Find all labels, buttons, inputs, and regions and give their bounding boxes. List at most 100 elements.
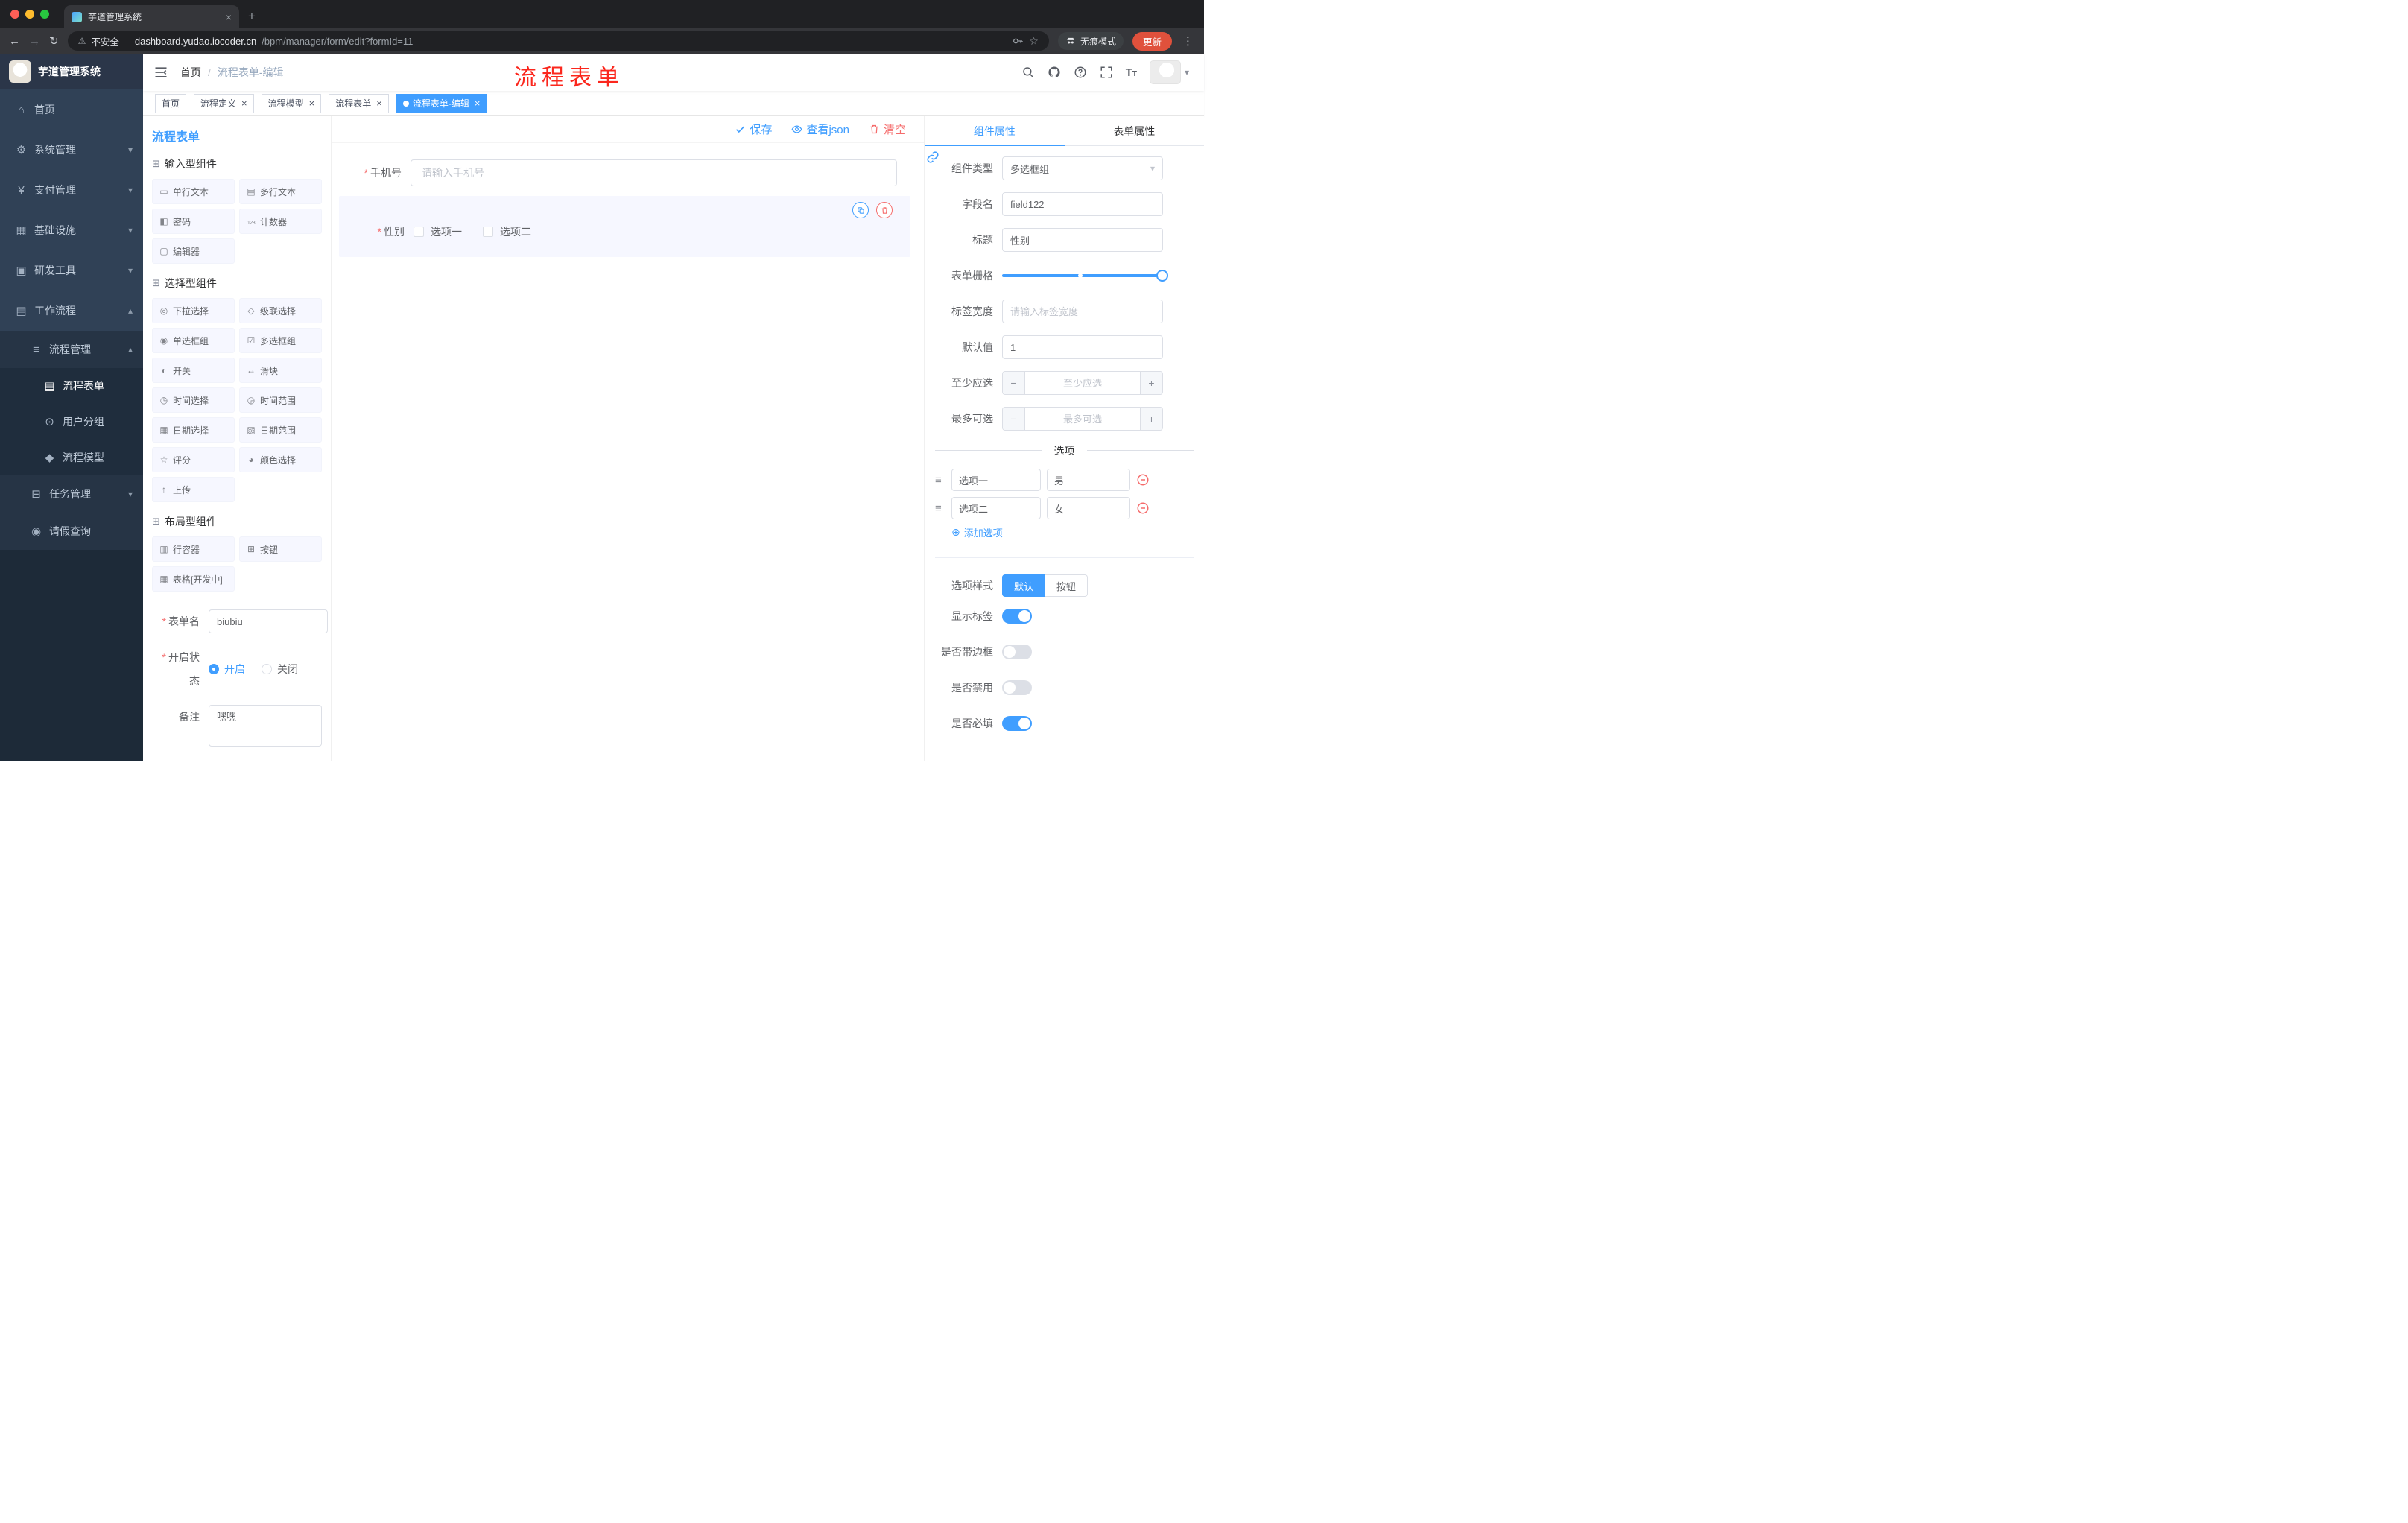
title-input[interactable]	[1002, 228, 1163, 252]
search-icon[interactable]	[1021, 66, 1035, 79]
close-window-button[interactable]	[10, 10, 19, 19]
link-icon[interactable]	[926, 151, 940, 164]
disabled-toggle[interactable]	[1002, 680, 1032, 695]
close-icon[interactable]: ×	[376, 98, 382, 108]
min-select-input[interactable]	[1025, 372, 1140, 394]
tag-process-model[interactable]: 流程模型 ×	[261, 93, 322, 113]
border-toggle[interactable]	[1002, 645, 1032, 659]
style-button-button[interactable]: 按钮	[1045, 574, 1089, 597]
remove-option-button[interactable]	[1136, 473, 1150, 487]
palette-item-time-range[interactable]: 时间范围	[239, 387, 322, 413]
sidebar-item-process-model[interactable]: 流程模型	[0, 440, 143, 475]
browser-tab[interactable]: 芋道管理系统	[64, 5, 239, 28]
remove-option-button[interactable]	[1136, 501, 1150, 515]
gender-field-widget[interactable]: 性别 选项一 选项二	[339, 196, 910, 257]
tag-process-form[interactable]: 流程表单 ×	[329, 93, 389, 113]
sidebar-item-devtools[interactable]: 研发工具	[0, 250, 143, 291]
add-option-button[interactable]: 添加选项	[951, 525, 1194, 539]
breadcrumb-home[interactable]: 首页	[180, 65, 201, 80]
key-icon[interactable]	[1012, 35, 1024, 47]
show-label-toggle[interactable]	[1002, 609, 1032, 624]
stepper-plus-icon[interactable]	[1140, 408, 1162, 430]
clear-button[interactable]: 清空	[869, 121, 906, 137]
status-off-radio[interactable]: 关闭	[262, 662, 298, 677]
sidebar-item-workflow[interactable]: 工作流程	[0, 291, 143, 331]
kebab-icon[interactable]	[1181, 34, 1195, 48]
palette-item-checkbox-group[interactable]: 多选框组	[239, 328, 322, 353]
palette-item-single-text[interactable]: 单行文本	[152, 179, 235, 204]
sidebar-item-task-management[interactable]: 任务管理	[0, 475, 143, 513]
palette-item-select[interactable]: 下拉选择	[152, 298, 235, 323]
copy-widget-button[interactable]	[852, 202, 869, 218]
palette-item-table[interactable]: 表格[开发中]	[152, 566, 235, 592]
style-default-button[interactable]: 默认	[1002, 574, 1046, 597]
help-icon[interactable]	[1074, 66, 1087, 79]
sidebar-item-home[interactable]: 首页	[0, 89, 143, 130]
palette-item-radio-group[interactable]: 单选框组	[152, 328, 235, 353]
stepper-minus-icon[interactable]	[1003, 408, 1025, 430]
user-menu[interactable]	[1149, 60, 1189, 84]
default-value-input[interactable]	[1002, 335, 1163, 359]
tab-close-icon[interactable]	[226, 11, 232, 23]
label-width-input[interactable]	[1002, 300, 1163, 323]
delete-widget-button[interactable]	[876, 202, 893, 218]
fold-menu-icon[interactable]	[153, 65, 168, 80]
palette-item-cascader[interactable]: 级联选择	[239, 298, 322, 323]
max-select-input[interactable]	[1025, 408, 1140, 430]
url-bar[interactable]: 不安全 dashboard.yudao.iocoder.cn /bpm/mana…	[67, 31, 1049, 51]
zoom-window-button[interactable]	[40, 10, 49, 19]
font-size-icon[interactable]	[1126, 67, 1137, 78]
save-button[interactable]: 保存	[735, 121, 772, 137]
slider-handle[interactable]	[1156, 270, 1168, 282]
palette-item-password[interactable]: 密码	[152, 209, 235, 234]
palette-item-date-range[interactable]: 日期范围	[239, 417, 322, 443]
palette-item-upload[interactable]: 上传	[152, 477, 235, 502]
new-tab-icon[interactable]	[248, 9, 256, 24]
sidebar-item-system[interactable]: 系统管理	[0, 130, 143, 170]
tag-process-definition[interactable]: 流程定义 ×	[194, 93, 254, 113]
security-label[interactable]: 不安全	[91, 34, 119, 48]
palette-item-counter[interactable]: 计数器	[239, 209, 322, 234]
stepper-plus-icon[interactable]	[1140, 372, 1162, 394]
tab-form-props[interactable]: 表单属性	[1065, 116, 1205, 145]
close-icon[interactable]: ×	[241, 98, 247, 108]
minimize-window-button[interactable]	[25, 10, 34, 19]
option-label-input[interactable]	[951, 469, 1041, 491]
palette-item-rate[interactable]: 评分	[152, 447, 235, 472]
sidebar-item-process-form[interactable]: 流程表单	[0, 368, 143, 404]
gender-option1-checkbox[interactable]: 选项一	[414, 224, 462, 239]
sidebar-logo[interactable]: 芋道管理系统	[0, 54, 143, 89]
fullscreen-icon[interactable]	[1100, 66, 1113, 79]
form-name-input[interactable]	[209, 609, 328, 633]
view-json-button[interactable]: 查看json	[791, 121, 849, 137]
back-icon[interactable]	[9, 35, 20, 48]
update-button[interactable]: 更新	[1132, 31, 1172, 51]
sidebar-item-process-management[interactable]: 流程管理	[0, 331, 143, 368]
tag-home[interactable]: 首页	[155, 93, 187, 113]
component-type-select[interactable]: 多选框组	[1002, 156, 1163, 180]
sidebar-item-leave-query[interactable]: 请假查询	[0, 513, 143, 550]
forward-icon[interactable]	[29, 35, 40, 48]
sidebar-item-infra[interactable]: 基础设施	[0, 210, 143, 250]
star-icon[interactable]	[1029, 35, 1039, 48]
status-on-radio[interactable]: 开启	[209, 662, 245, 677]
form-grid-slider[interactable]	[1002, 264, 1168, 288]
github-icon[interactable]	[1048, 66, 1061, 79]
palette-item-time-picker[interactable]: 时间选择	[152, 387, 235, 413]
remark-textarea[interactable]: 嘿嘿	[209, 705, 322, 747]
gender-option2-checkbox[interactable]: 选项二	[483, 224, 531, 239]
option-value-input[interactable]	[1047, 497, 1130, 519]
palette-item-multi-text[interactable]: 多行文本	[239, 179, 322, 204]
palette-item-switch[interactable]: 开关	[152, 358, 235, 383]
option-value-input[interactable]	[1047, 469, 1130, 491]
reload-icon[interactable]	[49, 34, 59, 48]
palette-item-slider[interactable]: 滑块	[239, 358, 322, 383]
palette-item-row-container[interactable]: 行容器	[152, 536, 235, 562]
sidebar-item-user-group[interactable]: 用户分组	[0, 404, 143, 440]
palette-item-color-picker[interactable]: 颜色选择	[239, 447, 322, 472]
required-toggle[interactable]	[1002, 716, 1032, 731]
stepper-minus-icon[interactable]	[1003, 372, 1025, 394]
field-name-input[interactable]	[1002, 192, 1163, 216]
phone-input[interactable]	[411, 159, 897, 186]
palette-item-button[interactable]: 按钮	[239, 536, 322, 562]
